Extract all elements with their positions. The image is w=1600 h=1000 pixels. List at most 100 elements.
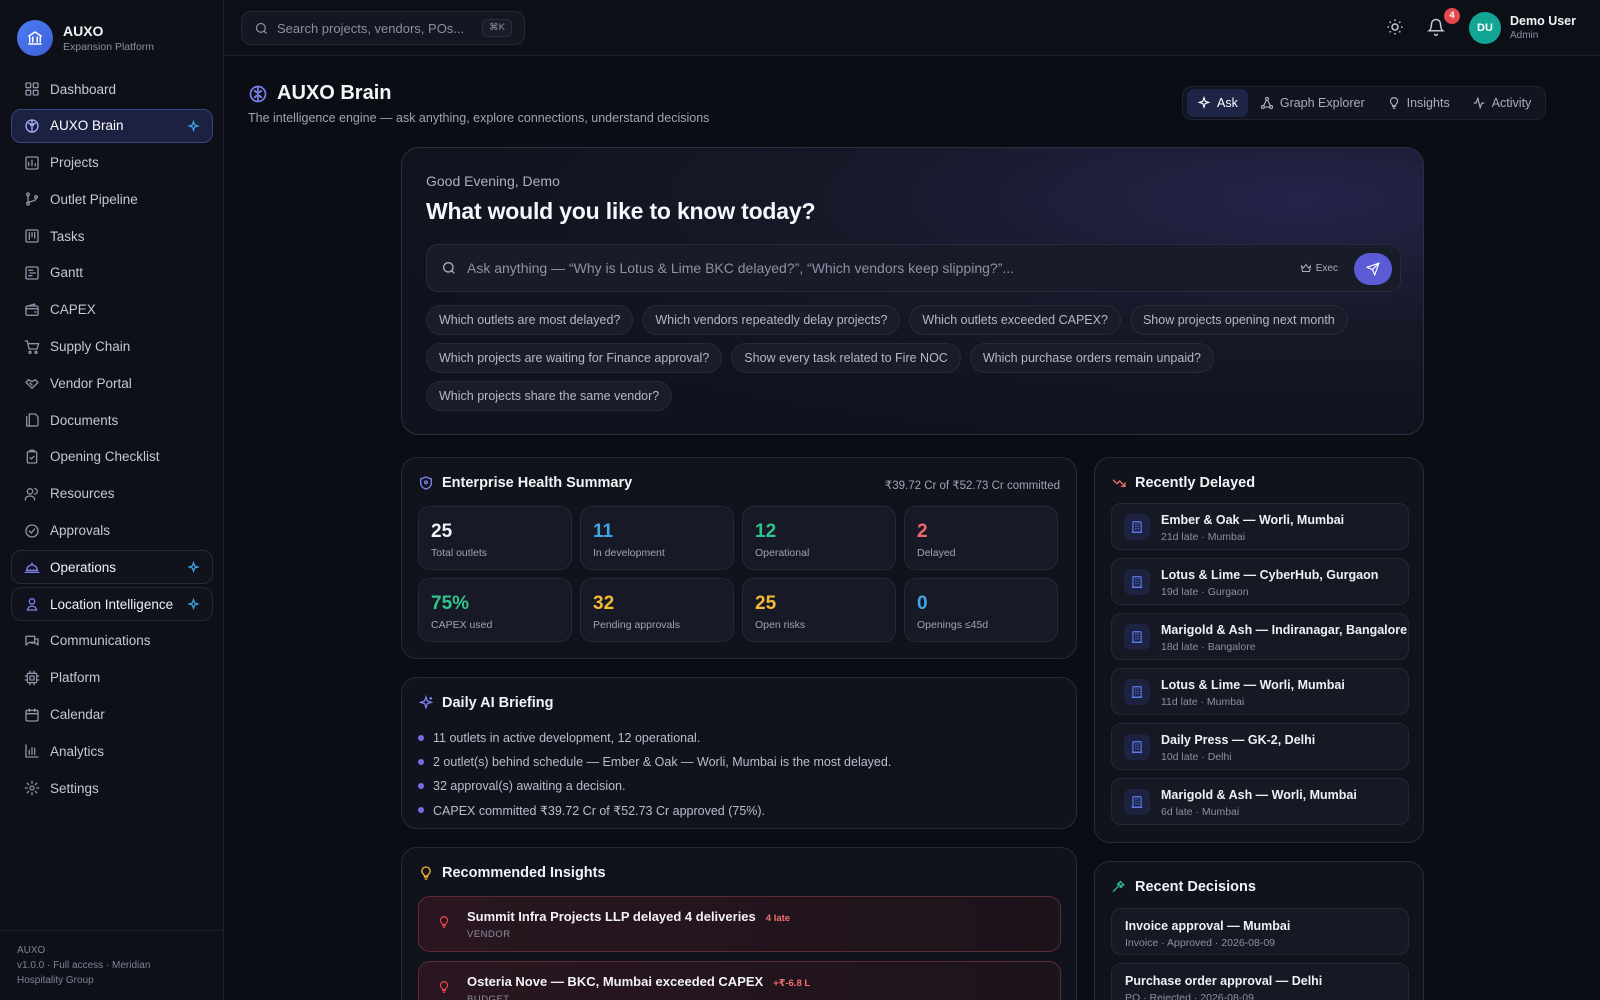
bulb-icon [437, 915, 451, 929]
insight-card[interactable]: Osteria Nove — BKC, Mumbai exceeded CAPE… [418, 961, 1061, 1000]
tab-graph-explorer[interactable]: Graph Explorer [1250, 89, 1375, 117]
recent-decisions-panel: Recent Decisions Invoice approval — Mumb… [1094, 861, 1424, 1000]
insight-category: BUDGET [467, 994, 510, 1000]
stat-card-delayed[interactable]: 2 Delayed [904, 506, 1058, 570]
stat-label: Pending approvals [593, 619, 680, 631]
stat-card-openings-45d[interactable]: 0 Openings ≤45d [904, 578, 1058, 642]
stat-value: 12 [755, 521, 777, 542]
sidebar-item-resources[interactable]: Resources [11, 477, 213, 511]
sidebar-item-documents[interactable]: Documents [11, 403, 213, 437]
insight-tag: +₹-6.8 L [773, 978, 811, 989]
sidebar-item-operations[interactable]: Operations [11, 550, 213, 585]
sidebar-item-label: Resources [50, 486, 115, 502]
suggestion-chip[interactable]: Show every task related to Fire NOC [731, 343, 961, 373]
sidebar-item-label: Supply Chain [50, 339, 131, 355]
suggestion-chip[interactable]: Which projects share the same vendor? [426, 381, 673, 411]
pipeline-icon [24, 191, 40, 207]
tab-activity[interactable]: Activity [1462, 89, 1542, 117]
tab-ask[interactable]: Ask [1187, 89, 1248, 117]
sidebar-item-platform[interactable]: Platform [11, 661, 213, 695]
bulb-icon [421, 866, 431, 880]
sidebar-item-label: Dashboard [50, 81, 117, 97]
delayed-sub: 10d late · Delhi [1161, 751, 1232, 763]
ask-title: What would you like to know today? [426, 198, 816, 224]
sidebar-item-opening-checklist[interactable]: Opening Checklist [11, 440, 213, 474]
sparkle-icon [187, 561, 200, 574]
stat-value: 11 [593, 521, 614, 542]
ask-input[interactable]: Ask anything — “Why is Lotus & Lime BKC … [426, 244, 1401, 292]
decision-item[interactable]: Invoice approval — Mumbai Invoice · Appro… [1111, 908, 1409, 955]
stat-value: 75% [431, 593, 470, 614]
stat-label: Total outlets [431, 547, 488, 559]
user-name[interactable]: Demo User [1510, 14, 1576, 28]
delayed-item[interactable]: Marigold & Ash — Indiranagar, Bangalore 1… [1111, 613, 1409, 660]
send-icon [1366, 262, 1380, 276]
suggestion-chip[interactable]: Which purchase orders remain unpaid? [969, 343, 1214, 373]
bulb-icon [437, 980, 451, 994]
sidebar-item-capex[interactable]: CAPEX [11, 293, 213, 327]
delayed-title: Lotus & Lime — Worli, Mumbai [1161, 678, 1345, 692]
building-icon [1124, 734, 1150, 760]
sidebar-item-settings[interactable]: Settings [11, 771, 213, 805]
sidebar-item-approvals[interactable]: Approvals [11, 514, 213, 548]
sidebar-item-supply-chain[interactable]: Supply Chain [11, 330, 213, 364]
sidebar-item-dashboard[interactable]: Dashboard [11, 72, 213, 106]
stat-card-pending-approvals[interactable]: 32 Pending approvals [580, 578, 734, 642]
sparkle-icon [418, 695, 434, 710]
delayed-item[interactable]: Ember & Oak — Worli, Mumbai 21d late · Mu… [1111, 503, 1409, 550]
stat-card-in-development[interactable]: 11 In development [580, 506, 734, 570]
sidebar-item-communications[interactable]: Communications [11, 624, 213, 658]
suggestion-chip[interactable]: Show projects opening next month [1129, 305, 1348, 335]
tab-insights[interactable]: Insights [1377, 89, 1460, 117]
global-search-input[interactable]: Search projects, vendors, POs... ⌘K [241, 11, 525, 45]
notification-count-badge: 4 [1444, 8, 1460, 24]
shortcut-hint: ⌘K [482, 19, 512, 37]
sidebar-item-analytics[interactable]: Analytics [11, 734, 213, 768]
delayed-item[interactable]: Marigold & Ash — Worli, Mumbai 6d late · … [1111, 778, 1409, 825]
decision-title: Purchase order approval — Delhi [1125, 974, 1323, 988]
send-button[interactable] [1354, 253, 1392, 285]
sidebar-item-vendor-portal[interactable]: Vendor Portal [11, 366, 213, 400]
stat-card-capex-used[interactable]: 75% CAPEX used [418, 578, 572, 642]
footer-org: Hospitality Group [17, 975, 94, 986]
user-avatar[interactable]: DU [1469, 12, 1501, 44]
suggestion-chip[interactable]: Which vendors repeatedly delay projects? [642, 305, 901, 335]
exec-mode-toggle[interactable]: Exec [1300, 262, 1338, 274]
sparkle-icon [187, 598, 200, 611]
topbar: Search projects, vendors, POs... ⌘K 4 DU… [224, 0, 1600, 56]
sidebar-item-location-intelligence[interactable]: Location Intelligence [11, 587, 213, 622]
stat-card-total-outlets[interactable]: 25 Total outlets [418, 506, 572, 570]
bank-logo-icon [17, 20, 53, 56]
dashboard-icon [24, 81, 40, 97]
recently-delayed-panel: Recently Delayed Ember & Oak — Worli, Mu… [1094, 457, 1424, 843]
sidebar-item-outlet-pipeline[interactable]: Outlet Pipeline [11, 182, 213, 216]
delayed-sub: 18d late · Bangalore [1161, 641, 1256, 653]
briefing-title-text: Daily AI Briefing [442, 695, 554, 711]
stat-value: 25 [431, 521, 453, 542]
insight-card[interactable]: Summit Infra Projects LLP delayed 4 deli… [418, 896, 1061, 952]
bullet-dot [418, 759, 424, 765]
delayed-item[interactable]: Lotus & Lime — Worli, Mumbai 11d late · M… [1111, 668, 1409, 715]
wallet-icon [24, 302, 40, 318]
sidebar-item-auxo-brain[interactable]: AUXO Brain [11, 108, 213, 143]
sidebar-item-gantt[interactable]: Gantt [11, 256, 213, 290]
delayed-item[interactable]: Lotus & Lime — CyberHub, Gurgaon 19d late… [1111, 558, 1409, 605]
stat-card-operational[interactable]: 12 Operational [742, 506, 896, 570]
theme-toggle-sun-icon[interactable] [1386, 18, 1406, 38]
stat-card-open-risks[interactable]: 25 Open risks [742, 578, 896, 642]
sidebar-item-label: Projects [50, 155, 99, 171]
user-role: Admin [1510, 30, 1539, 41]
suggestion-chip[interactable]: Which outlets are most delayed? [426, 305, 634, 335]
notifications-bell-icon[interactable] [1427, 18, 1447, 38]
sidebar-item-tasks[interactable]: Tasks [11, 219, 213, 253]
sidebar-item-label: Approvals [50, 523, 111, 539]
delayed-item[interactable]: Daily Press — GK-2, Delhi 10d late · Delh… [1111, 723, 1409, 770]
gantt-icon [24, 265, 40, 281]
sidebar-item-projects[interactable]: Projects [11, 146, 213, 180]
insight-title-row: Summit Infra Projects LLP delayed 4 deli… [467, 909, 790, 924]
sidebar-item-calendar[interactable]: Calendar [11, 698, 213, 732]
suggestion-chip[interactable]: Which projects are waiting for Finance a… [426, 343, 723, 373]
suggestion-chip[interactable]: Which outlets exceeded CAPEX? [909, 305, 1121, 335]
brand[interactable]: AUXO Expansion Platform [17, 20, 154, 56]
decision-item[interactable]: Purchase order approval — Delhi PO · Reje… [1111, 963, 1409, 1000]
